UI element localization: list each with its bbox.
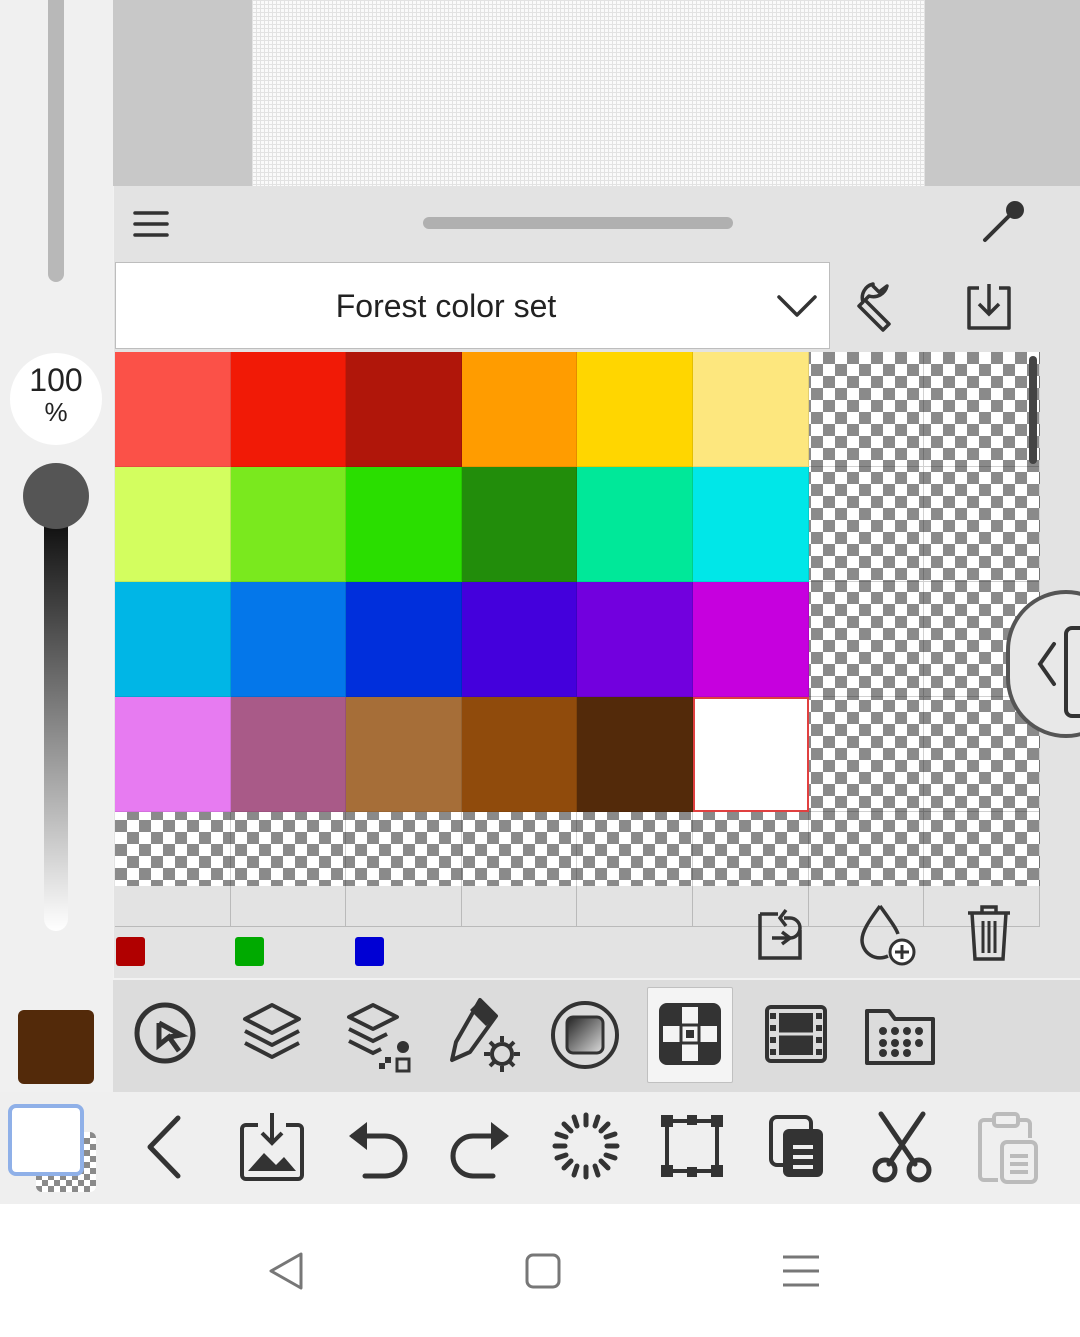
empty-palette-slot[interactable] [808, 352, 925, 467]
opacity-indicator: 100 % [10, 353, 102, 445]
palette-swatch[interactable] [693, 582, 809, 697]
palette-swatch[interactable] [230, 697, 347, 812]
empty-palette-slot[interactable] [461, 812, 578, 927]
material-library-icon[interactable] [862, 998, 938, 1070]
empty-palette-slot[interactable] [346, 812, 462, 927]
transform-icon[interactable] [656, 1110, 728, 1182]
paste-icon-disabled[interactable] [972, 1110, 1042, 1184]
palette-swatch[interactable] [693, 352, 809, 467]
color-palette-icon[interactable] [654, 998, 726, 1070]
add-color-drop-icon[interactable] [854, 900, 920, 968]
canvas-paper[interactable] [252, 0, 925, 186]
chevron-left-icon[interactable] [136, 1112, 192, 1182]
panel-menu-icon[interactable] [130, 206, 172, 242]
palette-swatch[interactable] [230, 467, 347, 582]
copy-icon[interactable] [762, 1112, 832, 1182]
palette-swatch[interactable] [230, 352, 347, 467]
navigator-icon[interactable] [130, 998, 202, 1070]
color-set-select[interactable]: Forest color set [115, 262, 830, 349]
palette-swatch[interactable] [461, 352, 578, 467]
animation-film-icon[interactable] [760, 998, 832, 1070]
recent-color-swatch[interactable] [355, 937, 384, 966]
panel-drag-handle[interactable] [423, 217, 733, 229]
chevron-left-icon [1037, 626, 1080, 718]
wrench-icon[interactable] [850, 274, 916, 338]
empty-palette-slot[interactable] [924, 352, 1040, 467]
chevron-down-icon [775, 285, 819, 330]
palette-swatch[interactable] [461, 582, 578, 697]
brush-settings-icon[interactable] [446, 996, 524, 1074]
export-color-set-icon[interactable] [750, 900, 810, 966]
palette-swatch[interactable] [577, 582, 693, 697]
recent-color-swatch[interactable] [235, 937, 264, 966]
empty-palette-slot[interactable] [230, 812, 347, 927]
loading-selection-icon[interactable] [550, 1110, 622, 1182]
redo-icon[interactable] [446, 1112, 516, 1182]
color-set-name: Forest color set [335, 288, 557, 324]
undo-icon[interactable] [342, 1112, 412, 1182]
recent-color-swatch[interactable] [116, 937, 145, 966]
opacity-slider[interactable] [44, 496, 68, 931]
palette-swatch[interactable] [115, 352, 231, 467]
palette-swatch[interactable] [577, 467, 693, 582]
palette-swatch[interactable] [346, 697, 462, 812]
opacity-unit: % [44, 397, 68, 427]
save-image-icon[interactable] [236, 1108, 308, 1184]
empty-palette-slot[interactable] [808, 467, 925, 582]
foreground-color-swatch[interactable] [8, 1104, 84, 1176]
palette-swatch[interactable] [115, 697, 231, 812]
eyedropper-icon[interactable] [978, 198, 1028, 246]
cut-scissors-icon[interactable] [866, 1110, 938, 1184]
empty-palette-slot[interactable] [808, 582, 925, 697]
home-square-icon[interactable] [520, 1248, 566, 1294]
layer-properties-icon[interactable] [342, 998, 418, 1074]
palette-swatch[interactable] [577, 697, 693, 812]
brush-size-slider[interactable] [48, 0, 64, 282]
current-color-swatch[interactable] [18, 1010, 94, 1084]
color-grid-scrollbar[interactable] [1029, 356, 1037, 464]
import-download-icon[interactable] [956, 274, 1022, 338]
palette-swatch[interactable] [577, 352, 693, 467]
palette-swatch[interactable] [693, 467, 809, 582]
palette-swatch[interactable] [461, 467, 578, 582]
empty-palette-slot[interactable] [924, 467, 1040, 582]
palette-swatch[interactable] [346, 582, 462, 697]
palette-swatch[interactable] [115, 467, 231, 582]
palette-swatch[interactable] [461, 697, 578, 812]
opacity-slider-knob[interactable] [23, 463, 89, 529]
color-grid[interactable] [115, 352, 1040, 927]
empty-palette-slot[interactable] [115, 812, 231, 927]
material-gradient-icon[interactable] [548, 998, 622, 1072]
layers-icon[interactable] [236, 998, 308, 1070]
opacity-value: 100 [29, 362, 83, 398]
palette-swatch[interactable] [115, 582, 231, 697]
empty-palette-slot[interactable] [577, 812, 693, 927]
back-triangle-icon[interactable] [262, 1248, 308, 1294]
palette-swatch[interactable] [346, 467, 462, 582]
palette-swatch[interactable] [230, 582, 347, 697]
empty-palette-slot[interactable] [808, 697, 925, 812]
palette-swatch-selected[interactable] [693, 697, 809, 812]
trash-icon[interactable] [962, 902, 1016, 964]
recents-menu-icon[interactable] [778, 1248, 824, 1294]
palette-swatch[interactable] [346, 352, 462, 467]
